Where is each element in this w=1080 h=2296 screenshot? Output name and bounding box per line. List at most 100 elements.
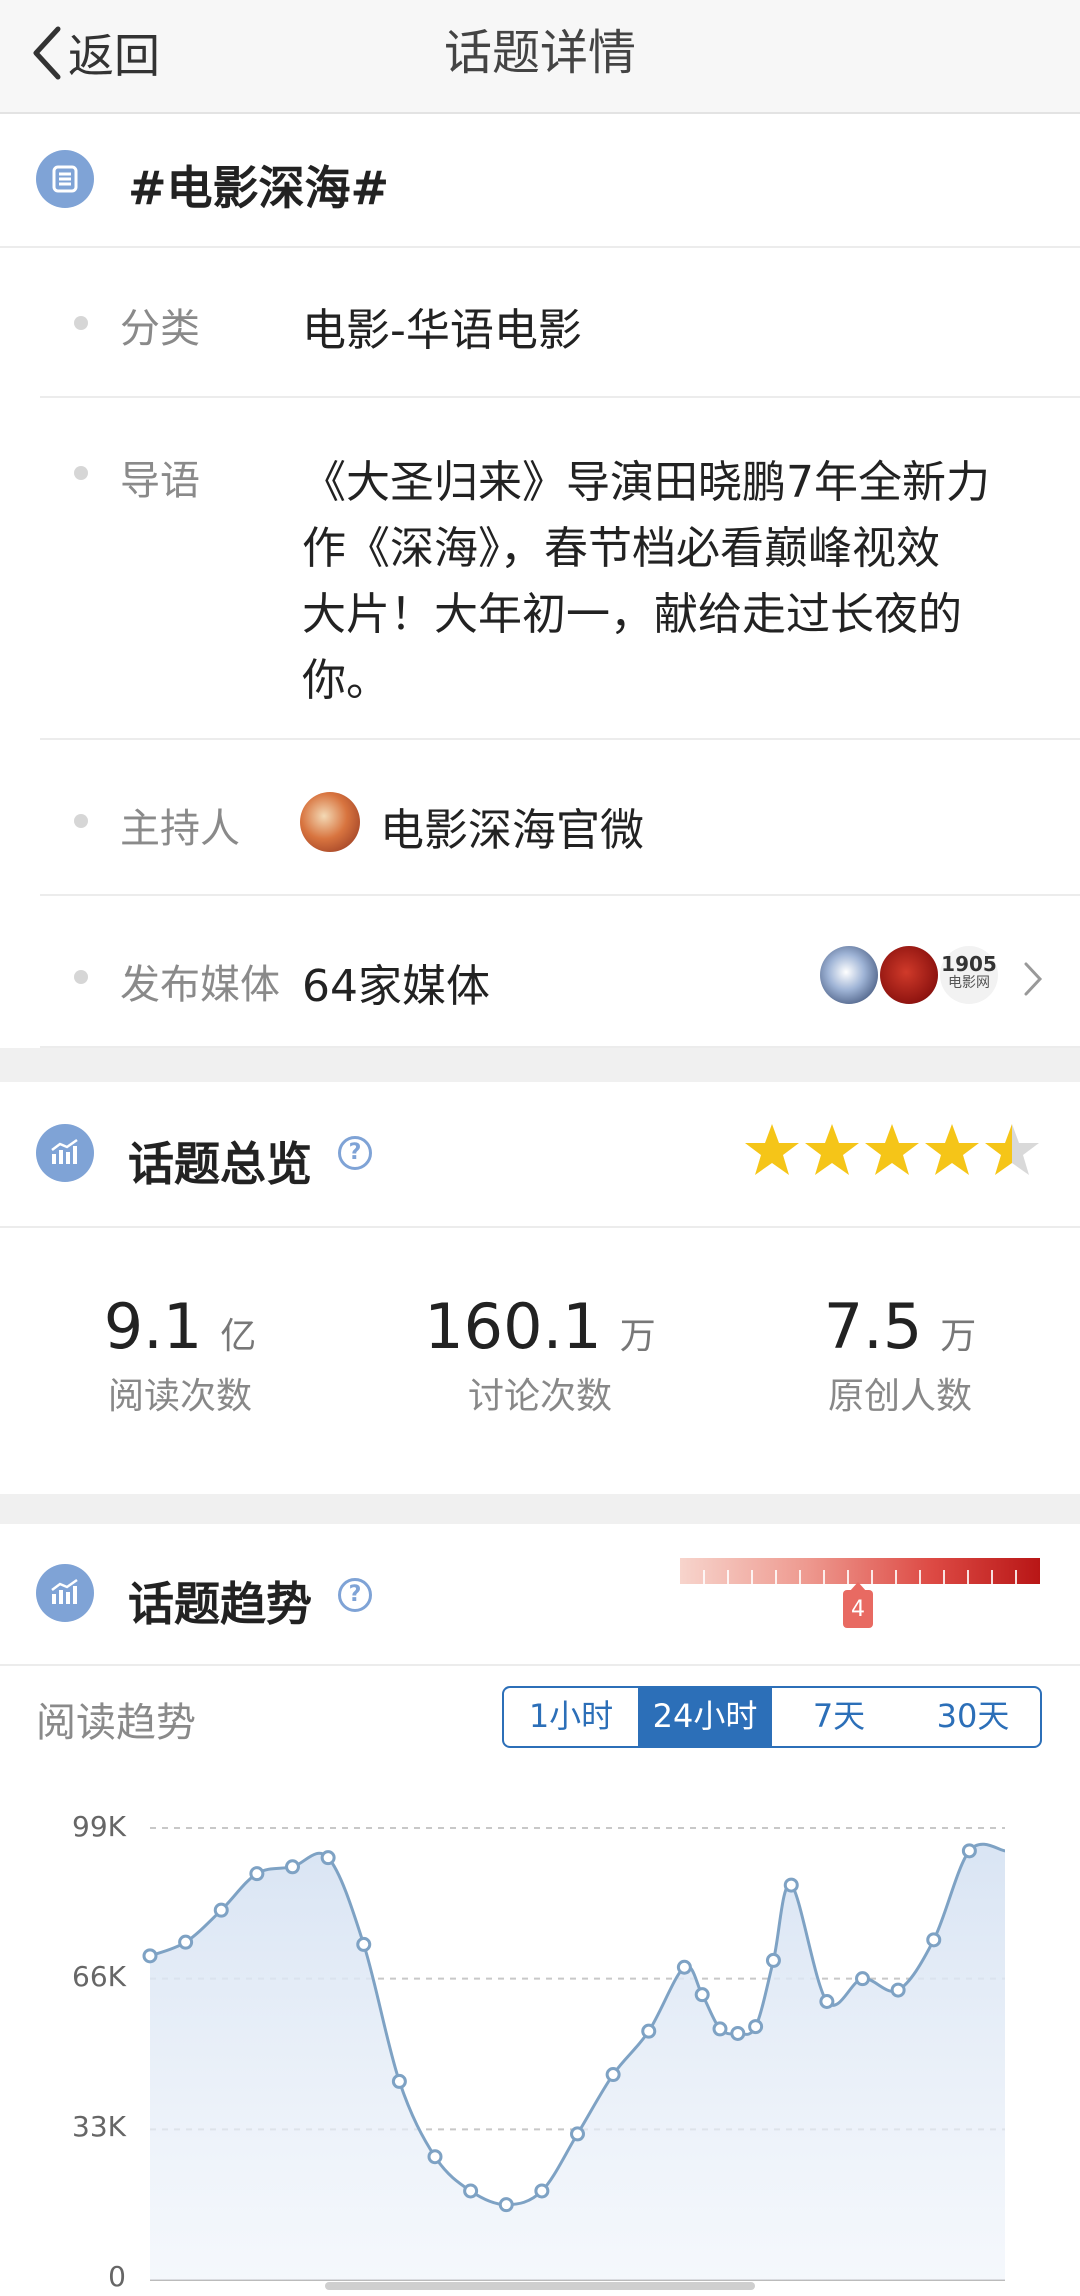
section-gap <box>0 1494 1080 1524</box>
intro-line: 作《深海》，春节档必看巅峰视效 <box>302 523 940 574</box>
data-point[interactable] <box>676 1959 692 1975</box>
stat-value: 160.1 <box>424 1290 602 1363</box>
read-trend-label: 阅读趋势 <box>36 1700 196 1746</box>
data-point[interactable] <box>178 1934 194 1950</box>
divider <box>40 894 1080 896</box>
range-selector: 1小时 24小时 7天 30天 <box>502 1686 1042 1748</box>
intro-line: 你。 <box>302 655 390 706</box>
host-avatar[interactable] <box>300 792 360 852</box>
chevron-right-icon[interactable] <box>1022 960 1044 998</box>
data-point[interactable] <box>320 1850 336 1866</box>
area-fill <box>150 1844 1005 2280</box>
data-point[interactable] <box>961 1843 977 1859</box>
intro-text: 《大圣归来》导演田晓鹏7年全新力 作《深海》，春节档必看巅峰视效 大片！大年初一… <box>302 450 1062 714</box>
range-tab-30d[interactable]: 30天 <box>906 1688 1040 1746</box>
stat-unit: 万 <box>940 1316 977 1357</box>
data-point[interactable] <box>142 1948 158 1964</box>
chevron-left-icon <box>33 26 61 80</box>
category-value: 电影-华语电影 <box>302 305 582 356</box>
data-point[interactable] <box>605 2067 621 2083</box>
category-label: 分类 <box>120 306 200 352</box>
data-point[interactable] <box>249 1866 265 1882</box>
read-trend-chart <box>142 1827 1006 2281</box>
media-logo-1905[interactable]: 1905 电影网 <box>940 946 998 1004</box>
host-label: 主持人 <box>120 806 240 852</box>
intro-line: 《大圣归来》导演田晓鹏7年全新力 <box>302 457 990 508</box>
media-logo-name: 电影网 <box>948 975 990 991</box>
data-point[interactable] <box>712 2021 728 2037</box>
rating-stars <box>745 1124 1039 1175</box>
stats-chart-icon <box>36 1124 94 1182</box>
data-point[interactable] <box>926 1932 942 1948</box>
stat-read: 9.1 亿 阅读次数 <box>0 1290 360 1460</box>
star-icon <box>745 1124 799 1175</box>
data-point[interactable] <box>641 2023 657 2039</box>
data-point[interactable] <box>783 1877 799 1893</box>
stats-row: 9.1 亿 阅读次数 160.1 万 讨论次数 7.5 万 原创人数 <box>0 1290 1080 1460</box>
stat-unit: 亿 <box>220 1316 257 1357</box>
stat-label: 原创人数 <box>827 1376 972 1417</box>
range-tab-7d[interactable]: 7天 <box>772 1688 906 1746</box>
top-bar <box>0 0 1080 114</box>
divider <box>0 1226 1080 1228</box>
scrollbar[interactable] <box>325 2282 755 2290</box>
half-star-icon <box>985 1124 1039 1175</box>
topic-list-icon <box>36 150 94 208</box>
star-icon <box>805 1124 859 1175</box>
data-point[interactable] <box>890 1982 906 1998</box>
divider <box>40 396 1080 398</box>
heat-level-marker: 4 <box>843 1590 873 1628</box>
stat-original: 7.5 万 原创人数 <box>720 1290 1080 1460</box>
bullet-dot <box>74 316 88 330</box>
data-point[interactable] <box>427 2149 443 2165</box>
heat-bar <box>680 1558 1040 1584</box>
media-logo-number: 1905 <box>941 952 997 976</box>
data-point[interactable] <box>356 1936 372 1952</box>
host-name[interactable]: 电影深海官微 <box>380 794 644 858</box>
back-button[interactable]: 返回 <box>30 18 160 88</box>
data-point[interactable] <box>730 2025 746 2041</box>
range-tab-1h[interactable]: 1小时 <box>504 1688 638 1746</box>
divider <box>0 1664 1080 1666</box>
heat-marker-pointer <box>849 1582 867 1592</box>
back-label: 返回 <box>68 29 160 83</box>
media-count[interactable]: 64家媒体 <box>302 950 490 1014</box>
section-gap <box>0 1048 1080 1082</box>
data-point[interactable] <box>285 1859 300 1875</box>
range-tab-24h[interactable]: 24小时 <box>638 1688 772 1746</box>
overview-title: 话题总览 <box>128 1137 312 1191</box>
bullet-dot <box>74 814 88 828</box>
data-point[interactable] <box>570 2126 585 2142</box>
stat-unit: 万 <box>619 1316 656 1357</box>
data-point[interactable] <box>748 2019 764 2035</box>
star-icon <box>925 1124 979 1175</box>
data-point[interactable] <box>819 1993 835 2009</box>
help-icon[interactable]: ? <box>338 1136 372 1170</box>
data-point[interactable] <box>855 1971 870 1987</box>
data-point[interactable] <box>391 2073 407 2089</box>
star-icon <box>865 1124 919 1175</box>
media-label: 发布媒体 <box>120 962 280 1008</box>
help-icon[interactable]: ? <box>338 1578 372 1612</box>
data-point[interactable] <box>534 2183 550 2199</box>
bullet-dot <box>74 466 88 480</box>
stat-label: 阅读次数 <box>107 1376 252 1417</box>
bullet-dot <box>74 970 88 984</box>
data-point[interactable] <box>498 2197 514 2213</box>
stat-label: 讨论次数 <box>467 1376 612 1417</box>
intro-label: 导语 <box>120 458 200 504</box>
trend-chart-icon <box>36 1564 94 1622</box>
stat-discuss: 160.1 万 讨论次数 <box>360 1290 720 1460</box>
data-point[interactable] <box>765 1952 781 1968</box>
topic-name: #电影深海# <box>128 161 390 215</box>
divider <box>40 738 1080 740</box>
stat-value: 9.1 <box>103 1290 203 1363</box>
data-point[interactable] <box>213 1902 229 1918</box>
stat-value: 7.5 <box>823 1290 923 1363</box>
media-avatar[interactable] <box>880 946 938 1004</box>
data-point[interactable] <box>694 1987 710 2003</box>
trend-title: 话题趋势 <box>128 1577 312 1631</box>
intro-line: 大片！大年初一，献给走过长夜的 <box>302 589 962 640</box>
data-point[interactable] <box>463 2183 479 2199</box>
media-avatar[interactable] <box>820 946 878 1004</box>
